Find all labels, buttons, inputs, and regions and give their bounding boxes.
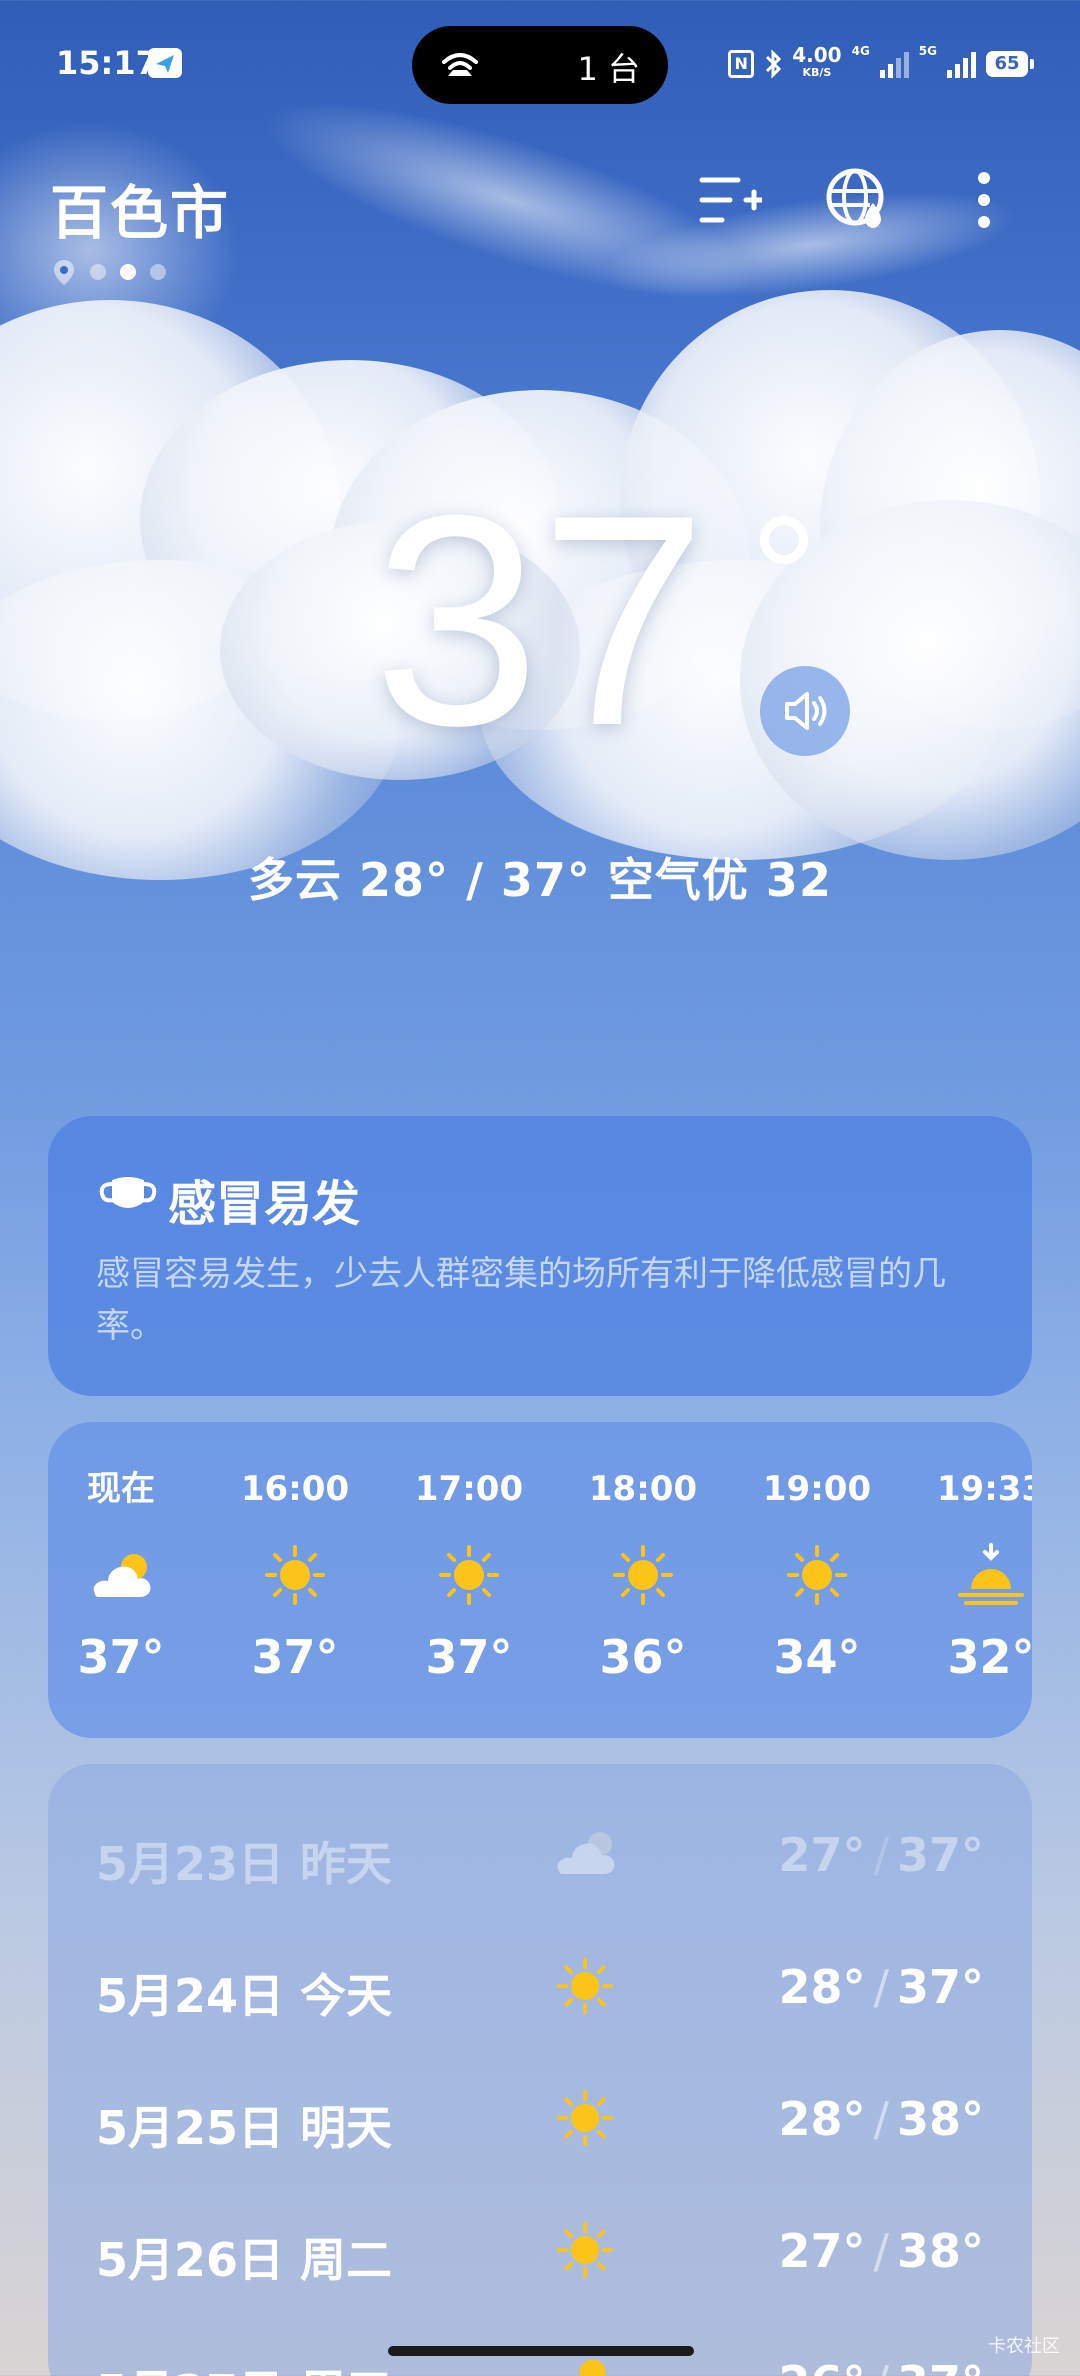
hourly-item[interactable]: 16:00 37° [230, 1464, 360, 1684]
global-weather-button[interactable] [818, 160, 898, 240]
manage-cities-button[interactable] [690, 160, 770, 240]
more-vert-icon [978, 172, 990, 228]
day-temp-range: 27°/37° [778, 1828, 984, 1882]
home-indicator[interactable] [388, 2346, 694, 2356]
page-dot [150, 264, 166, 280]
partly-cloudy-icon [56, 1538, 186, 1612]
sun-icon [550, 2220, 620, 2280]
page-dot [90, 264, 106, 280]
cloudy-icon [550, 1824, 620, 1884]
page-dot-active [120, 264, 136, 280]
day-label: 5月24日 今天 [96, 1969, 393, 2023]
degree-symbol [760, 516, 808, 564]
day-label: 5月26日 周二 [96, 2233, 393, 2287]
watermark: 卡农社区 [988, 2336, 1060, 2357]
daily-row[interactable]: 5月25日 明天 28°/38° [48, 2078, 1032, 2158]
hourly-forecast-card[interactable]: 现在 37° 16:00 37° 17:00 37° 18:00 36° 19:… [48, 1422, 1032, 1738]
status-time: 15:17 [56, 44, 158, 82]
sun-icon [550, 2088, 620, 2148]
daily-forecast-card[interactable]: 5月23日 昨天 27°/37° 5月24日 今天 28°/37° 5月25日 … [48, 1764, 1032, 2376]
location-pin-icon [54, 260, 74, 285]
sun-icon [550, 1956, 620, 2016]
day-temp-range: 26°/37° [778, 2356, 984, 2376]
list-add-icon [699, 177, 762, 223]
more-options-button[interactable] [944, 160, 1024, 240]
speaker-icon [785, 692, 827, 730]
daily-row[interactable]: 5月26日 周二 27°/38° [48, 2210, 1032, 2290]
hourly-item[interactable]: 17:00 37° [404, 1464, 534, 1684]
status-indicators: N 4.00 KB/S 4G 5G 65 [728, 43, 1034, 84]
day-label: 5月23日 昨天 [96, 1837, 393, 1891]
app-notification-icon [148, 48, 182, 78]
network-speed: 4.00 KB/S [792, 43, 842, 79]
cast-icon [438, 42, 482, 90]
battery-icon: 65 [986, 51, 1034, 77]
hourly-item[interactable]: 19:33 32° [926, 1464, 1032, 1684]
sun-icon [578, 1538, 708, 1612]
nfc-icon: N [728, 50, 755, 78]
hourly-item[interactable]: 19:00 34° [752, 1464, 882, 1684]
sun-icon [752, 1538, 882, 1612]
day-temp-range: 28°/37° [778, 1960, 984, 2014]
current-temperature: 37 [373, 452, 707, 788]
status-bar: 15:17 1 台 N 4.00 KB/S 4G 5G 65 [0, 0, 1080, 130]
city-title[interactable]: 百色市 [50, 166, 230, 250]
island-label: 1 台 [577, 50, 640, 88]
day-label: 5月27日 周三 [96, 2356, 392, 2376]
sun-icon [230, 1538, 360, 1612]
tip-description: 感冒容易发生，少去人群密集的场所有利于降低感冒的几率。 [96, 1254, 946, 1346]
health-tip-card[interactable]: 感冒易发 感冒容易发生，少去人群密集的场所有利于降低感冒的几率。 [48, 1116, 1032, 1396]
sunset-icon [926, 1538, 1032, 1612]
sun-icon [404, 1538, 534, 1612]
weather-voice-button[interactable] [760, 666, 850, 756]
network-type-label-2: 5G [918, 44, 937, 58]
network-type-label: 4G [851, 44, 870, 58]
dynamic-island[interactable]: 1 台 [412, 26, 668, 104]
daily-row[interactable]: 5月23日 昨天 27°/37° [48, 1814, 1032, 1894]
day-temp-range: 27°/38° [778, 2224, 984, 2278]
signal-icon-2 [947, 50, 976, 78]
page-indicator [52, 258, 166, 286]
tip-title: 感冒易发 [168, 1176, 361, 1232]
hourly-item[interactable]: 现在 37° [56, 1464, 186, 1684]
day-temp-range: 28°/38° [778, 2092, 984, 2146]
mask-icon [98, 1172, 158, 1220]
globe-drop-icon [826, 168, 884, 228]
signal-icon [879, 50, 909, 78]
weather-summary: 多云 28° / 37° 空气优 32 [248, 853, 832, 907]
hourly-item[interactable]: 18:00 36° [578, 1464, 708, 1684]
daily-row[interactable]: 5月24日 今天 28°/37° [48, 1946, 1032, 2026]
bluetooth-icon [766, 49, 782, 79]
day-label: 5月25日 明天 [96, 2101, 393, 2155]
